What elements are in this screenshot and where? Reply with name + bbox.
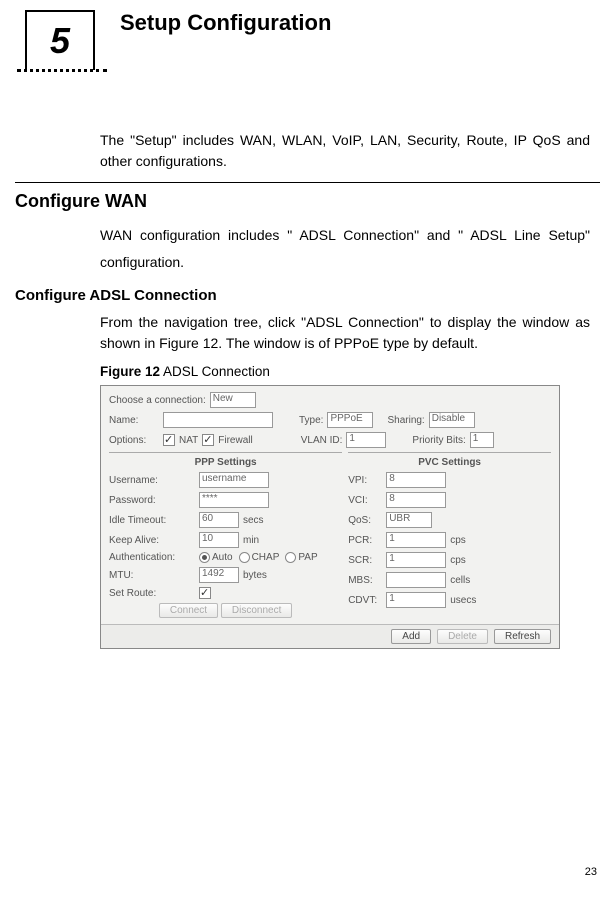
figure-label: Figure 12 xyxy=(100,364,160,379)
auth-pap-radio[interactable] xyxy=(285,552,296,563)
figure-adsl-connection: Choose a connection: New Name: Type: PPP… xyxy=(100,385,560,649)
pvc-settings-header: PVC Settings xyxy=(348,457,551,468)
vpi-label: VPI: xyxy=(348,475,386,486)
name-label: Name: xyxy=(109,415,159,426)
vlan-label: VLAN ID: xyxy=(301,435,343,446)
connect-button[interactable]: Connect xyxy=(159,603,218,618)
qos-label: QoS: xyxy=(348,515,386,526)
type-label: Type: xyxy=(299,415,323,426)
wan-description: WAN configuration includes " ADSL Connec… xyxy=(100,222,590,275)
vci-input[interactable]: 8 xyxy=(386,492,446,508)
vci-label: VCI: xyxy=(348,495,386,506)
chapter-header: 5 Setup Configuration xyxy=(15,10,600,70)
intro-text: The "Setup" includes WAN, WLAN, VoIP, LA… xyxy=(100,130,590,172)
auth-auto-radio[interactable] xyxy=(199,552,210,563)
mbs-input[interactable] xyxy=(386,572,446,588)
auth-auto-label: Auto xyxy=(212,552,233,563)
sharing-select[interactable]: Disable xyxy=(429,412,475,428)
nat-label: NAT xyxy=(179,435,198,446)
vlan-input[interactable]: 1 xyxy=(346,432,386,448)
vpi-input[interactable]: 8 xyxy=(386,472,446,488)
cdvt-label: CDVT: xyxy=(348,595,386,606)
auth-pap-label: PAP xyxy=(298,552,317,563)
choose-connection-select[interactable]: New xyxy=(210,392,256,408)
section-heading-configure-wan: Configure WAN xyxy=(15,191,600,212)
pcr-input[interactable]: 1 xyxy=(386,532,446,548)
sharing-label: Sharing: xyxy=(387,415,424,426)
keep-alive-label: Keep Alive: xyxy=(109,535,199,546)
idle-unit: secs xyxy=(243,515,264,526)
password-label: Password: xyxy=(109,495,199,506)
pcr-label: PCR: xyxy=(348,535,386,546)
choose-connection-label: Choose a connection: xyxy=(109,395,206,406)
auth-label: Authentication: xyxy=(109,552,199,563)
chapter-title: Setup Configuration xyxy=(120,10,331,36)
figure-caption: Figure 12 ADSL Connection xyxy=(100,364,600,379)
refresh-button[interactable]: Refresh xyxy=(494,629,551,644)
mbs-label: MBS: xyxy=(348,575,386,586)
keep-unit: min xyxy=(243,535,259,546)
ppp-settings-header: PPP Settings xyxy=(109,457,342,468)
chapter-number: 5 xyxy=(50,20,70,62)
figure-title: ADSL Connection xyxy=(163,364,270,379)
auth-chap-radio[interactable] xyxy=(239,552,250,563)
scr-unit: cps xyxy=(450,555,466,566)
delete-button[interactable]: Delete xyxy=(437,629,488,644)
firewall-checkbox[interactable] xyxy=(202,434,214,446)
mtu-input[interactable]: 1492 xyxy=(199,567,239,583)
mbs-unit: cells xyxy=(450,575,470,586)
set-route-label: Set Route: xyxy=(109,588,199,599)
username-input[interactable]: username xyxy=(199,472,269,488)
pcr-unit: cps xyxy=(450,535,466,546)
button-row: Add Delete Refresh xyxy=(101,624,559,648)
auth-chap-label: CHAP xyxy=(252,552,280,563)
chapter-number-box: 5 xyxy=(25,10,95,70)
divider xyxy=(15,182,600,183)
page-number: 23 xyxy=(585,866,597,878)
subsection-heading-adsl: Configure ADSL Connection xyxy=(15,287,600,304)
name-input[interactable] xyxy=(163,412,273,428)
keep-alive-input[interactable]: 10 xyxy=(199,532,239,548)
qos-select[interactable]: UBR xyxy=(386,512,432,528)
firewall-label: Firewall xyxy=(218,435,252,446)
nat-checkbox[interactable] xyxy=(163,434,175,446)
mtu-label: MTU: xyxy=(109,570,199,581)
adsl-description: From the navigation tree, click "ADSL Co… xyxy=(100,312,590,354)
cdvt-unit: usecs xyxy=(450,595,476,606)
username-label: Username: xyxy=(109,475,199,486)
type-select[interactable]: PPPoE xyxy=(327,412,373,428)
priority-label: Priority Bits: xyxy=(412,435,465,446)
cdvt-input[interactable]: 1 xyxy=(386,592,446,608)
options-label: Options: xyxy=(109,435,159,446)
priority-select[interactable]: 1 xyxy=(470,432,494,448)
idle-timeout-label: Idle Timeout: xyxy=(109,515,199,526)
mtu-unit: bytes xyxy=(243,570,267,581)
idle-timeout-input[interactable]: 60 xyxy=(199,512,239,528)
scr-input[interactable]: 1 xyxy=(386,552,446,568)
password-input[interactable]: **** xyxy=(199,492,269,508)
scr-label: SCR: xyxy=(348,555,386,566)
add-button[interactable]: Add xyxy=(391,629,431,644)
disconnect-button[interactable]: Disconnect xyxy=(221,603,292,618)
set-route-checkbox[interactable] xyxy=(199,587,211,599)
